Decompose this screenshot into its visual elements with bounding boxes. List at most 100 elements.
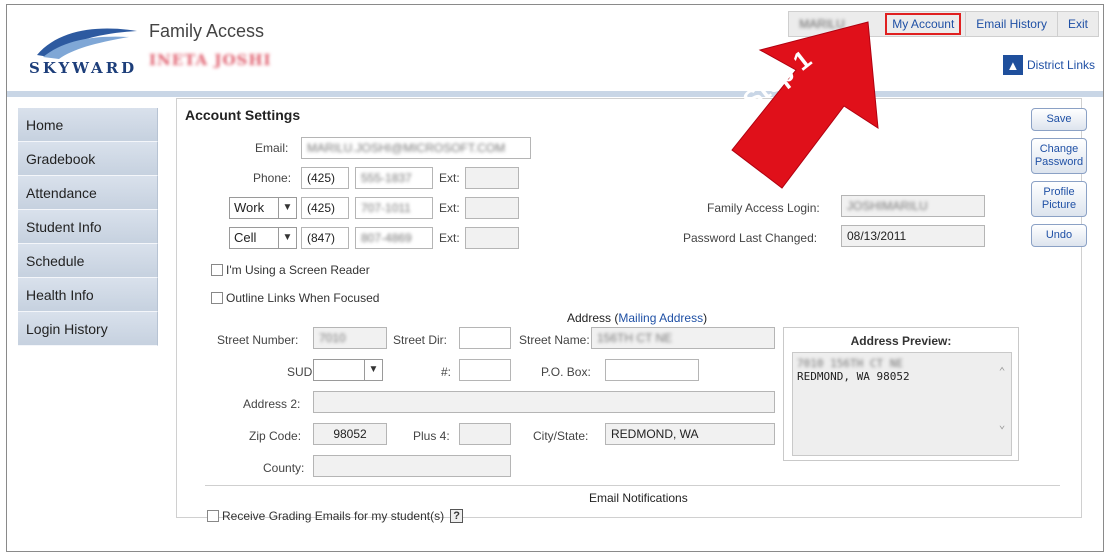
- scroll-up-icon[interactable]: ⌃: [993, 365, 1011, 378]
- address2-label: Address 2:: [243, 397, 301, 411]
- exit-link[interactable]: Exit: [1056, 12, 1098, 36]
- chevron-down-icon: ▼: [278, 228, 296, 248]
- street-number-field[interactable]: 7010: [313, 327, 387, 349]
- work-area-field[interactable]: (425): [301, 197, 349, 219]
- zip-code-label: Zip Code:: [249, 429, 302, 443]
- logo-text: SKYWARD: [29, 59, 138, 77]
- address-preview: Address Preview: 7010 156TH CT NE REDMON…: [783, 327, 1019, 461]
- family-login-value: JOSHIMARILU: [847, 199, 928, 213]
- street-name-label: Street Name:: [519, 333, 590, 347]
- sud-label: SUD:: [287, 365, 316, 379]
- phone-type-select-cell[interactable]: Cell ▼: [229, 227, 297, 249]
- grading-emails-checkbox[interactable]: Receive Grading Emails for my student(s)…: [207, 509, 464, 523]
- top-links: MARILU JOSHI My Account Email History Ex…: [788, 11, 1099, 55]
- phone-type-value: Cell: [234, 230, 257, 245]
- scrollbar[interactable]: ⌃ ⌄: [993, 353, 1011, 455]
- outline-links-label: Outline Links When Focused: [226, 291, 380, 305]
- address-preview-box[interactable]: 7010 156TH CT NE REDMOND, WA 98052 ⌃ ⌄: [792, 352, 1012, 456]
- cell-number-field[interactable]: 807-4869: [355, 227, 433, 249]
- chevron-down-icon: ▼: [278, 198, 296, 218]
- phone-area-field[interactable]: (425): [301, 167, 349, 189]
- header-divider: [7, 91, 1103, 97]
- cell-area-field[interactable]: (847): [301, 227, 349, 249]
- sidebar-item-login-history[interactable]: Login History: [18, 312, 158, 346]
- district-links-label: District Links: [1026, 58, 1095, 72]
- checkbox-box[interactable]: [211, 292, 223, 304]
- address-heading-label: Address: [567, 311, 612, 325]
- family-login-field[interactable]: JOSHIMARILU: [841, 195, 985, 217]
- chevron-down-icon: ▼: [364, 360, 382, 380]
- sidebar-item-attendance[interactable]: Attendance: [18, 176, 158, 210]
- checkbox-box[interactable]: [211, 264, 223, 276]
- county-label: County:: [263, 461, 305, 475]
- checkbox-box[interactable]: [207, 510, 219, 522]
- password-changed-field: 08/13/2011: [841, 225, 985, 247]
- email-field[interactable]: MARILU.JOSHI@MICROSOFT.COM: [301, 137, 531, 159]
- address2-field[interactable]: [313, 391, 775, 413]
- phone-type-select-work[interactable]: Work ▼: [229, 197, 297, 219]
- sidebar-item-student-info[interactable]: Student Info: [18, 210, 158, 244]
- header: SKYWARD Family Access INETA JOSHI MARILU…: [7, 5, 1103, 91]
- work-ext-field[interactable]: [465, 197, 519, 219]
- email-label: Email:: [255, 141, 289, 155]
- zip-code-field[interactable]: 98052: [313, 423, 387, 445]
- screen-reader-checkbox[interactable]: I'm Using a Screen Reader: [211, 263, 370, 277]
- address-heading: Address (Mailing Address): [567, 311, 708, 325]
- county-field[interactable]: [313, 455, 511, 477]
- po-box-label: P.O. Box:: [541, 365, 591, 379]
- undo-button[interactable]: Undo: [1031, 224, 1087, 247]
- unit-number-field[interactable]: [459, 359, 511, 381]
- screen-reader-label: I'm Using a Screen Reader: [226, 263, 370, 277]
- plus4-label: Plus 4:: [413, 429, 450, 443]
- change-password-button[interactable]: Change Password: [1031, 138, 1087, 174]
- district-links[interactable]: ▲ District Links: [1002, 55, 1095, 75]
- outline-links-checkbox[interactable]: Outline Links When Focused: [211, 291, 379, 305]
- street-dir-field[interactable]: [459, 327, 511, 349]
- city-state-field[interactable]: REDMOND, WA: [605, 423, 775, 445]
- my-account-link[interactable]: My Account: [885, 13, 962, 35]
- grading-emails-label: Receive Grading Emails for my student(s): [222, 509, 445, 523]
- preview-line-1: 7010 156TH CT NE: [797, 357, 903, 370]
- ext-label: Ext:: [439, 171, 460, 185]
- preview-line-2: REDMOND, WA 98052: [797, 370, 910, 383]
- sud-select[interactable]: ▼: [313, 359, 383, 381]
- email-history-link[interactable]: Email History: [965, 12, 1057, 36]
- scroll-down-icon[interactable]: ⌄: [993, 418, 1011, 431]
- family-login-label: Family Access Login:: [707, 201, 820, 215]
- phone-ext-field[interactable]: [465, 167, 519, 189]
- street-name-field[interactable]: 156TH CT NE: [591, 327, 775, 349]
- district-building-icon: ▲: [1002, 55, 1023, 75]
- section-title: Account Settings: [185, 107, 301, 123]
- city-state-label: City/State:: [533, 429, 589, 443]
- profile-picture-button[interactable]: Profile Picture: [1031, 181, 1087, 217]
- sidebar-item-home[interactable]: Home: [18, 108, 158, 142]
- help-icon[interactable]: ?: [450, 509, 464, 523]
- cell-ext-field[interactable]: [465, 227, 519, 249]
- work-number-field[interactable]: 707-1011: [355, 197, 433, 219]
- sidebar-item-health-info[interactable]: Health Info: [18, 278, 158, 312]
- account-settings-panel: Account Settings Email: MARILU.JOSHI@MIC…: [176, 98, 1082, 523]
- phone-number-value: 555-1837: [361, 171, 412, 185]
- student-name: INETA JOSHI: [149, 51, 272, 69]
- unit-number-label: #:: [441, 365, 452, 379]
- ext-label: Ext:: [439, 201, 460, 215]
- po-box-field[interactable]: [605, 359, 699, 381]
- street-name-value: 156TH CT NE: [597, 331, 673, 345]
- save-button[interactable]: Save: [1031, 108, 1087, 131]
- divider: [205, 485, 1060, 486]
- mailing-address-link[interactable]: Mailing Address: [618, 311, 703, 325]
- password-changed-label: Password Last Changed:: [683, 231, 818, 245]
- sidebar-item-gradebook[interactable]: Gradebook: [18, 142, 158, 176]
- user-link[interactable]: MARILU JOSHI: [789, 12, 881, 55]
- cell-number-value: 807-4869: [361, 231, 412, 245]
- action-buttons: Save Change Password Profile Picture Und…: [1031, 108, 1089, 254]
- sidebar-item-schedule[interactable]: Schedule: [18, 244, 158, 278]
- ext-label: Ext:: [439, 231, 460, 245]
- work-number-value: 707-1011: [361, 201, 411, 215]
- sidebar: Home Gradebook Attendance Student Info S…: [18, 108, 158, 346]
- phone-type-value: Work: [234, 200, 265, 215]
- phone-number-field[interactable]: 555-1837: [355, 167, 433, 189]
- skyward-swoosh-icon: [37, 28, 137, 59]
- plus4-field[interactable]: [459, 423, 511, 445]
- email-notifications-heading: Email Notifications: [589, 491, 688, 505]
